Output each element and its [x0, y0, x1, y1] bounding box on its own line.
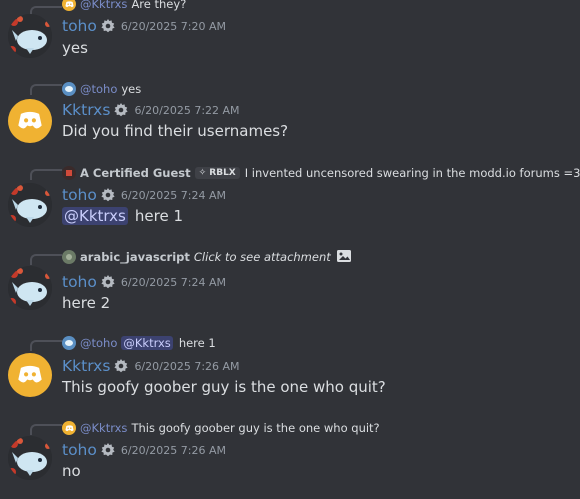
reply-preview[interactable]: @toho @Kktrxs here 1: [62, 335, 216, 351]
message-content: Did you find their usernames?: [62, 122, 288, 140]
reply-text: Click to see attachment: [193, 250, 331, 264]
reply-author: @toho: [80, 336, 118, 350]
reply-avatar: [62, 250, 76, 264]
reply-connector: [30, 340, 62, 351]
avatar[interactable]: [8, 353, 52, 397]
message-text: here 1: [134, 207, 183, 225]
message-content: yes: [62, 39, 88, 57]
message-text: here 2: [62, 294, 111, 312]
avatar[interactable]: [8, 183, 52, 227]
message-header: toho 6/20/2025 7:24 AM: [62, 186, 226, 204]
message-header: toho 6/20/2025 7:26 AM: [62, 441, 226, 459]
message-text: Did you find their usernames?: [62, 122, 289, 140]
reply-text: This goofy goober guy is the one who qui…: [131, 421, 380, 435]
message-text: yes: [62, 39, 88, 57]
author-name[interactable]: toho: [62, 17, 97, 35]
reply-text: I invented uncensored swearing in the mo…: [244, 166, 580, 180]
reply-preview[interactable]: @Kktrxs This goofy goober guy is the one…: [62, 420, 380, 436]
timestamp: 6/20/2025 7:22 AM: [134, 103, 240, 117]
message-content: This goofy goober guy is the one who qui…: [62, 378, 386, 396]
reply-text: yes: [121, 82, 142, 96]
message-text: no: [62, 462, 81, 480]
author-name[interactable]: toho: [62, 441, 97, 459]
avatar[interactable]: [8, 14, 52, 58]
avatar[interactable]: [8, 99, 52, 143]
gear-icon: [100, 274, 116, 290]
message-header: Kktrxs 6/20/2025 7:22 AM: [62, 101, 240, 119]
reply-preview[interactable]: @Kktrxs Are they?: [62, 0, 186, 12]
timestamp: 6/20/2025 7:24 AM: [120, 188, 226, 202]
reply-preview[interactable]: arabic_javascript Click to see attachmen…: [62, 249, 352, 265]
timestamp: 6/20/2025 7:26 AM: [120, 443, 226, 457]
reply-author: arabic_javascript: [80, 250, 190, 264]
message-header: toho 6/20/2025 7:24 AM: [62, 273, 226, 291]
server-tag: ✧ RBLX: [194, 167, 240, 179]
discord-logo: [18, 365, 42, 383]
message-header: toho 6/20/2025 7:20 AM: [62, 17, 226, 35]
timestamp: 6/20/2025 7:26 AM: [134, 359, 240, 373]
discord-logo: [18, 111, 42, 129]
reply-author: @toho: [80, 82, 118, 96]
author-name[interactable]: toho: [62, 273, 97, 291]
message-content: here 2: [62, 294, 110, 312]
reply-connector: [30, 169, 62, 180]
reply-avatar: [62, 421, 76, 435]
author-name[interactable]: Kktrxs: [62, 357, 110, 375]
gear-icon: [113, 358, 129, 374]
gear-icon: [100, 18, 116, 34]
reply-author: @Kktrxs: [80, 0, 128, 11]
reply-preview[interactable]: A Certified Guest ✧ RBLX I invented unce…: [62, 165, 580, 181]
reply-avatar: [62, 0, 76, 11]
avatar[interactable]: [8, 266, 52, 310]
avatar[interactable]: [8, 436, 52, 480]
timestamp: 6/20/2025 7:20 AM: [120, 19, 226, 33]
server-tag-label: RBLX: [209, 168, 236, 178]
message-content: no: [62, 462, 81, 480]
gear-icon: [113, 102, 129, 118]
reply-connector: [30, 84, 62, 95]
message-content: @Kktrxs here 1: [62, 207, 183, 225]
reply-mention: @Kktrxs: [121, 336, 173, 350]
image-icon: [336, 248, 352, 267]
reply-avatar: [62, 336, 76, 350]
author-name[interactable]: toho: [62, 186, 97, 204]
reply-text: here 1: [178, 336, 216, 350]
timestamp: 6/20/2025 7:24 AM: [120, 275, 226, 289]
reply-avatar: [62, 82, 76, 96]
reply-connector: [30, 424, 62, 435]
reply-author: @Kktrxs: [80, 421, 128, 435]
user-mention[interactable]: @Kktrxs: [62, 207, 128, 225]
author-name[interactable]: Kktrxs: [62, 101, 110, 119]
message-text: This goofy goober guy is the one who qui…: [62, 378, 386, 396]
reply-preview[interactable]: @toho yes: [62, 81, 141, 97]
gear-icon: [100, 187, 116, 203]
message-header: Kktrxs 6/20/2025 7:26 AM: [62, 357, 240, 375]
reply-text: Are they?: [131, 0, 187, 11]
gear-icon: [100, 442, 116, 458]
reply-connector: [30, 254, 62, 265]
reply-avatar: [62, 166, 76, 180]
reply-author: A Certified Guest: [80, 166, 191, 180]
